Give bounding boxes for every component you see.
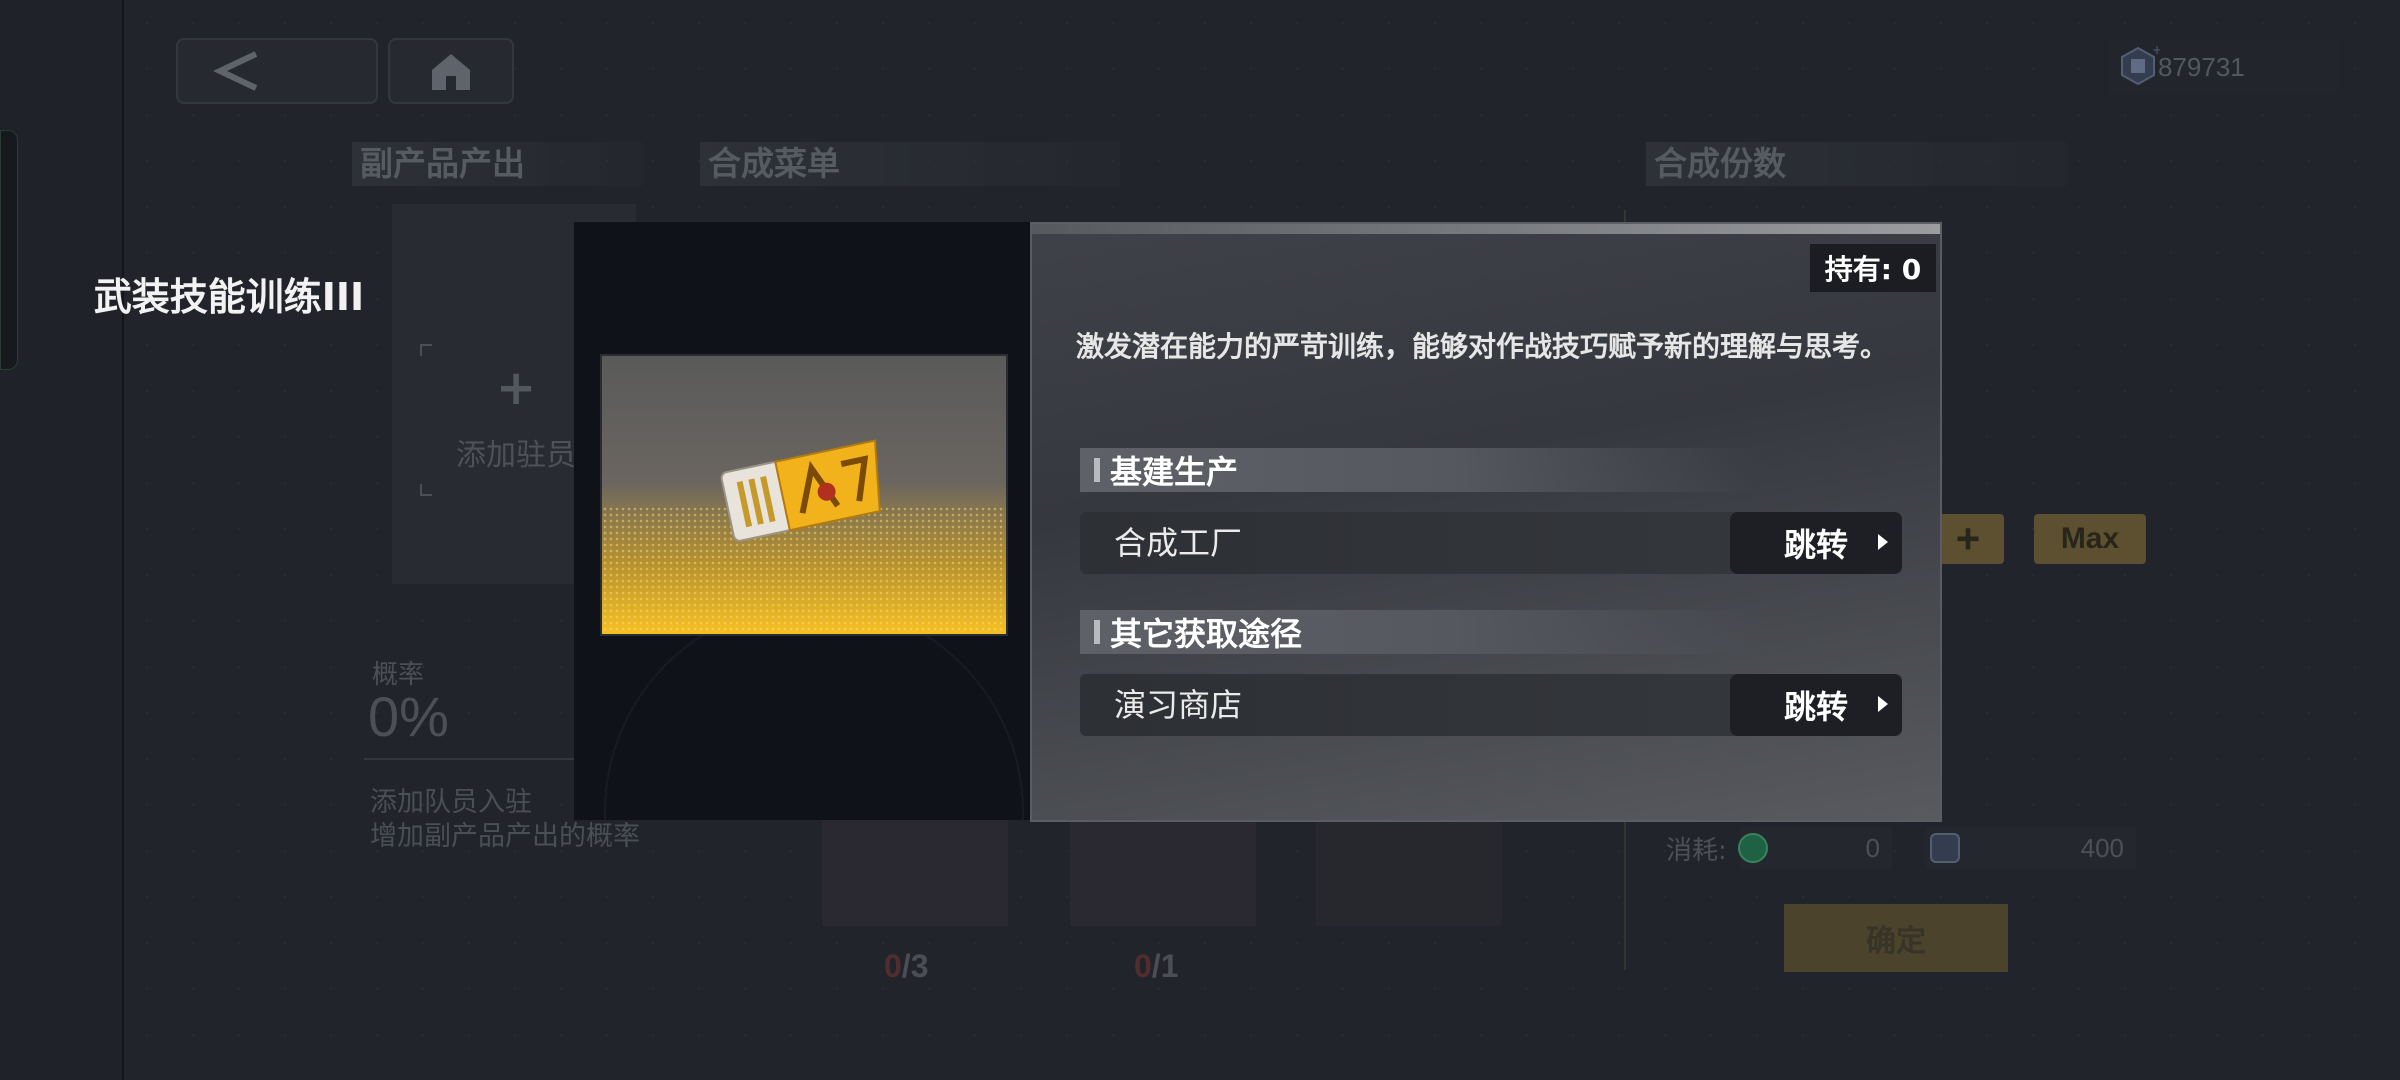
jump-button[interactable]: 跳转	[1730, 512, 1902, 574]
source-route-row: 合成工厂 跳转	[1080, 512, 1902, 574]
source-group-title: 其它获取途径	[1110, 615, 1303, 653]
source-group-title: 基建生产	[1110, 453, 1239, 491]
jump-button[interactable]: 跳转	[1730, 674, 1902, 736]
screen: + 879731 副产品产出 合成菜单 合成份数 + 添加驻员 概率 0% 添加…	[0, 0, 2400, 1080]
jump-label: 跳转	[1783, 526, 1848, 564]
source-route-label: 合成工厂	[1114, 524, 1243, 562]
item-image	[600, 354, 1008, 636]
jump-label: 跳转	[1783, 688, 1848, 726]
header-bar	[1094, 458, 1100, 482]
header-bar	[1094, 620, 1100, 644]
source-route-label: 演习商店	[1114, 686, 1243, 724]
panel-top-highlight	[1032, 224, 1940, 234]
source-route-row: 演习商店 跳转	[1080, 674, 1902, 736]
source-group-header: 其它获取途径	[1080, 610, 1760, 654]
skill-ticket-icon	[720, 439, 881, 542]
owned-count: 持有: 0	[1810, 244, 1936, 292]
side-tab[interactable]	[0, 130, 18, 370]
item-description: 激发潜在能力的严苛训练，能够对作战技巧赋予新的理解与思考。	[1076, 330, 1889, 363]
source-group-header: 基建生产	[1080, 448, 1760, 492]
play-arrow-icon	[1878, 696, 1888, 712]
left-side-strip	[0, 0, 124, 1080]
play-arrow-icon	[1878, 534, 1888, 550]
item-name: 武装技能训练III	[93, 275, 365, 319]
